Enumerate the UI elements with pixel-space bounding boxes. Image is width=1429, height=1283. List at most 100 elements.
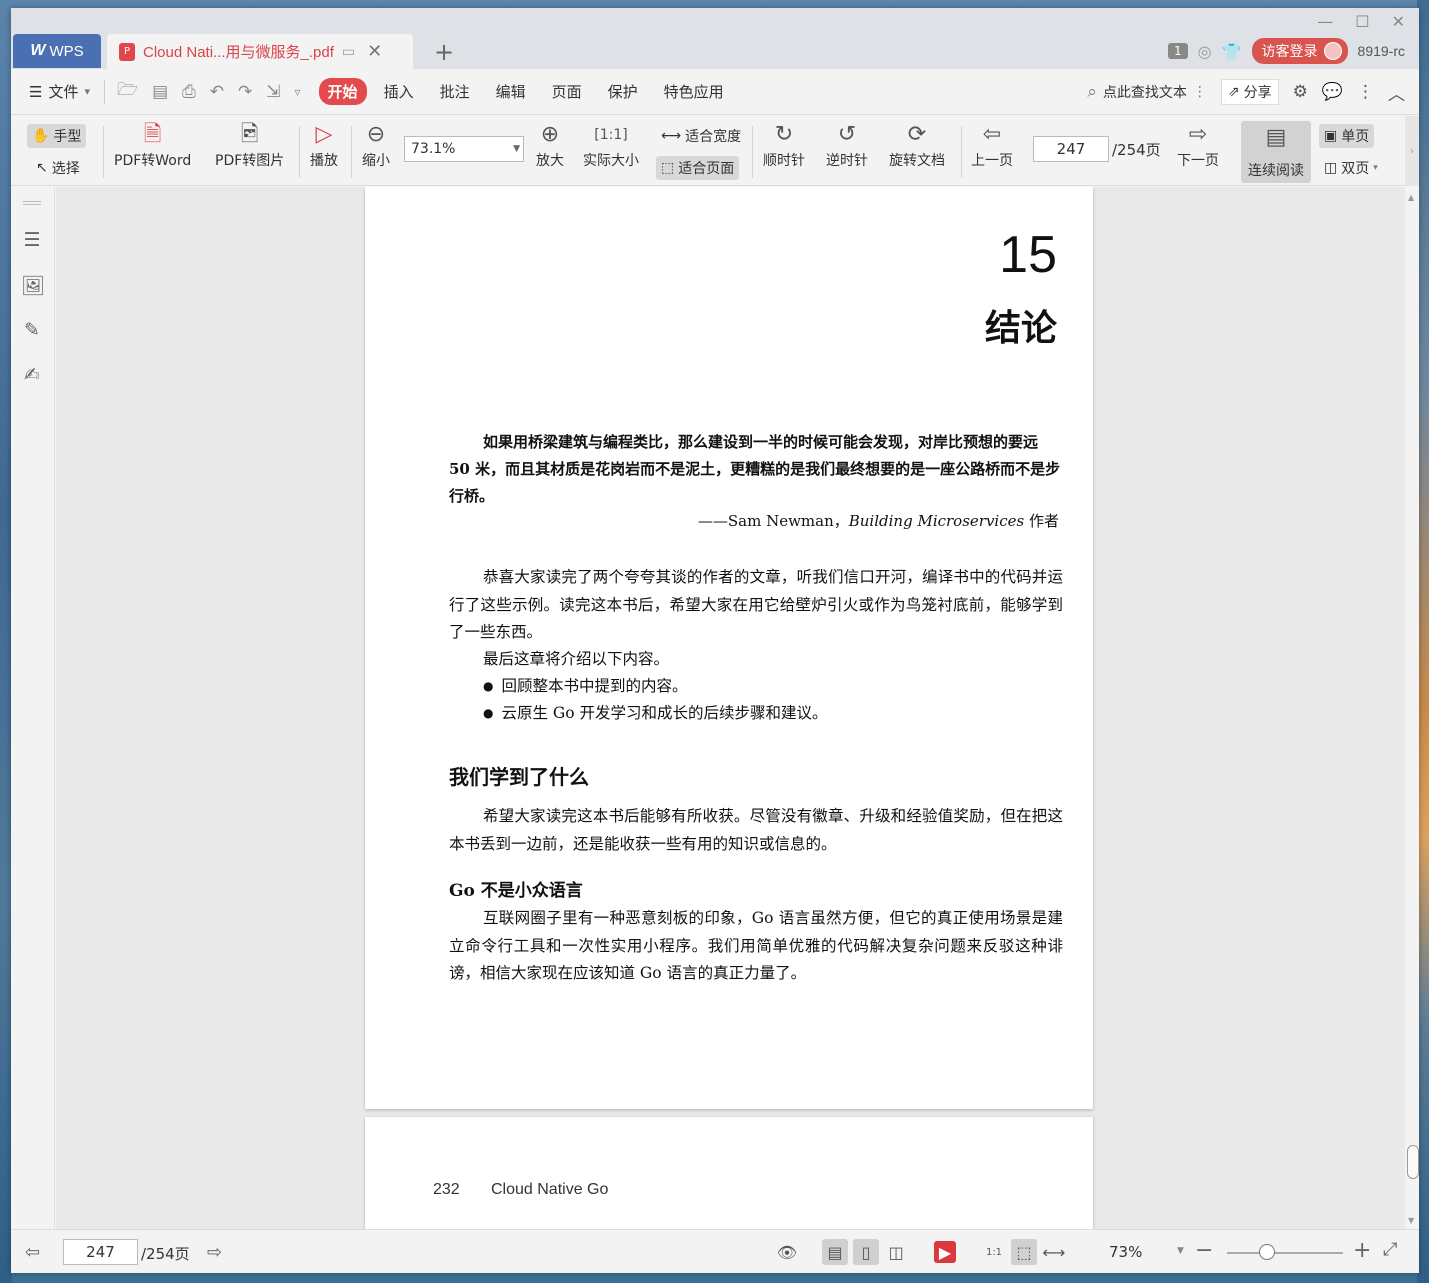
monitor-icon[interactable]: ▭: [342, 44, 355, 60]
actual-size-button[interactable]: [1:1] 实际大小: [583, 120, 639, 170]
search-text-box[interactable]: ⌕ 点此查找文本 ⋮: [1087, 82, 1207, 102]
tab-special[interactable]: 特色应用: [655, 78, 733, 105]
maximize-icon[interactable]: ☐: [1355, 12, 1369, 31]
fit-width-button[interactable]: ⟷ 适合宽度: [656, 124, 746, 148]
collapse-ribbon-icon[interactable]: ︿: [1388, 80, 1405, 105]
arrow-right-icon: ⇨: [1188, 122, 1208, 147]
open-folder-icon[interactable]: 🗁: [117, 77, 138, 106]
continuous-read-icon: ▤: [1265, 125, 1287, 150]
tab-annotate[interactable]: 批注: [431, 78, 479, 105]
zoom-plus-icon[interactable]: +: [1353, 1238, 1371, 1263]
scrollbar-thumb[interactable]: [1407, 1145, 1419, 1179]
play-button[interactable]: ▷ 播放: [310, 120, 338, 170]
print-icon[interactable]: ⎙: [182, 82, 196, 102]
close-tab-icon[interactable]: ✕: [367, 41, 382, 62]
scroll-down-icon[interactable]: ▼: [1408, 1216, 1414, 1225]
left-sidebar: ☰ 🖼 ✎ ✍: [11, 187, 55, 1229]
document-viewer[interactable]: 15 结论 如果用桥梁建筑与编程类比，那么建设到一半的时候可能会发现，对岸比预想…: [56, 187, 1405, 1229]
continuous-read-button[interactable]: ▤ 连续阅读: [1241, 121, 1311, 183]
hand-tool-button[interactable]: ✋ 手型: [27, 124, 87, 148]
tab-insert[interactable]: 插入: [375, 78, 423, 105]
vertical-scrollbar[interactable]: ▲ ▼: [1405, 187, 1419, 1229]
fit-width-icon[interactable]: ⟷: [1041, 1239, 1067, 1265]
more-dropdown-icon[interactable]: ▿: [295, 85, 301, 99]
wps-window: W WPS P Cloud Nati...用与微服务_.pdf ▭ ✕ + — …: [11, 8, 1419, 1273]
comment-icon[interactable]: 💬: [1322, 82, 1343, 102]
previous-page-button[interactable]: ⇦ 上一页: [971, 120, 1013, 170]
document-tab[interactable]: P Cloud Nati...用与微服务_.pdf ▭ ✕: [107, 34, 413, 69]
page-number-input[interactable]: 247: [1033, 136, 1109, 162]
double-page-button[interactable]: ◫ 双页 ▾: [1319, 156, 1383, 180]
export-icon[interactable]: ⇲: [266, 82, 280, 102]
divider: [351, 126, 352, 178]
status-zoom-value[interactable]: 73%: [1109, 1243, 1142, 1261]
tab-edit[interactable]: 编辑: [487, 78, 535, 105]
wps-home-label: WPS: [49, 42, 84, 60]
pdf-to-word-button[interactable]: 🗎 PDF转Word: [114, 120, 191, 170]
outline-icon[interactable]: ☰: [21, 229, 43, 251]
zoom-out-button[interactable]: ⊖ 缩小: [362, 120, 390, 170]
save-icon[interactable]: ▤: [152, 82, 168, 102]
rotate-counterclockwise-icon: ↺: [837, 122, 857, 147]
zoom-in-button[interactable]: ⊕ 放大: [536, 120, 564, 170]
zoom-minus-icon[interactable]: −: [1195, 1238, 1213, 1263]
fit-page-button[interactable]: ⬚ 适合页面: [656, 156, 740, 180]
document-tab-title: Cloud Nati...用与微服务_.pdf: [143, 44, 334, 61]
annotation-icon[interactable]: ✎: [21, 319, 43, 341]
wps-home-tab[interactable]: W WPS: [13, 34, 101, 68]
zoom-select[interactable]: 73.1% ▼: [404, 136, 524, 162]
single-view-icon[interactable]: ▯: [853, 1239, 879, 1265]
skin-icon[interactable]: ◎: [1198, 42, 1212, 61]
minimize-icon[interactable]: —: [1317, 12, 1333, 31]
guest-login-label: 访客登录: [1261, 44, 1318, 60]
redo-icon[interactable]: ↷: [238, 82, 252, 102]
play-icon[interactable]: ▶: [934, 1241, 956, 1263]
ribbon-tabs: 开始 插入 批注 编辑 页面 保护 特色应用: [318, 78, 733, 105]
tab-page[interactable]: 页面: [543, 78, 591, 105]
sidebar-handle[interactable]: [23, 201, 41, 205]
file-menu-label: 文件: [48, 83, 79, 101]
continuous-read-label: 连续阅读: [1248, 163, 1304, 179]
single-page-button[interactable]: ▣ 单页: [1319, 124, 1375, 148]
fullscreen-icon[interactable]: ⤢: [1383, 1239, 1397, 1260]
next-page-header: Cloud Native Go: [491, 1181, 609, 1198]
actual-size-icon[interactable]: 1:1: [981, 1239, 1007, 1265]
scroll-up-icon[interactable]: ▲: [1408, 193, 1414, 202]
rotate-clockwise-label: 顺时针: [763, 153, 805, 169]
tab-home[interactable]: 开始: [318, 78, 367, 105]
file-menu[interactable]: ☰ 文件 ▾: [29, 81, 90, 102]
next-page-icon[interactable]: ⇨: [207, 1242, 222, 1263]
page-total-label: /254页: [1112, 141, 1161, 159]
shirt-icon[interactable]: 👕: [1222, 42, 1242, 61]
signature-icon[interactable]: ✍: [21, 364, 43, 386]
chevron-down-icon[interactable]: ▼: [1177, 1246, 1184, 1256]
gear-icon[interactable]: ⚙: [1293, 82, 1308, 102]
chapter-title: 结论: [984, 308, 1057, 349]
select-tool-button[interactable]: ↖ 选择: [31, 156, 85, 180]
rotate-clockwise-button[interactable]: ↻ 顺时针: [763, 120, 805, 170]
more-vertical-icon[interactable]: ⋮: [1193, 84, 1207, 100]
status-page-input[interactable]: 247: [63, 1239, 138, 1265]
rotate-counterclockwise-button[interactable]: ↺ 逆时针: [826, 120, 868, 170]
tab-protect[interactable]: 保护: [599, 78, 647, 105]
share-button[interactable]: ⇗ 分享: [1220, 79, 1279, 105]
rotate-document-button[interactable]: ⟳ 旋转文档: [889, 120, 945, 170]
more-options-icon[interactable]: ⋮: [1357, 82, 1374, 102]
fit-page-icon[interactable]: ⬚: [1011, 1239, 1037, 1265]
guest-login-button[interactable]: 访客登录: [1251, 38, 1348, 64]
window-count-badge[interactable]: 1: [1168, 43, 1188, 59]
undo-icon[interactable]: ↶: [210, 82, 224, 102]
thumbnail-icon[interactable]: 🖼: [21, 274, 45, 297]
zoom-slider-track[interactable]: [1227, 1252, 1343, 1254]
new-tab-button[interactable]: +: [434, 38, 454, 66]
double-view-icon[interactable]: ◫: [883, 1239, 909, 1265]
pdf-to-image-button[interactable]: 🖻 PDF转图片: [215, 120, 284, 170]
toolbar-scroll-right[interactable]: ›: [1405, 116, 1419, 186]
prev-page-icon[interactable]: ⇦: [25, 1242, 40, 1263]
zoom-slider-handle[interactable]: [1259, 1244, 1275, 1260]
close-window-icon[interactable]: ✕: [1392, 12, 1405, 31]
next-page-button[interactable]: ⇨ 下一页: [1177, 120, 1219, 170]
continuous-view-icon[interactable]: ▤: [822, 1239, 848, 1265]
menu-right-area: ⌕ 点此查找文本 ⋮ ⇗ 分享 ⚙ 💬 ⋮ ︿: [1087, 79, 1405, 105]
eye-protection-icon[interactable]: 👁: [774, 1239, 800, 1265]
